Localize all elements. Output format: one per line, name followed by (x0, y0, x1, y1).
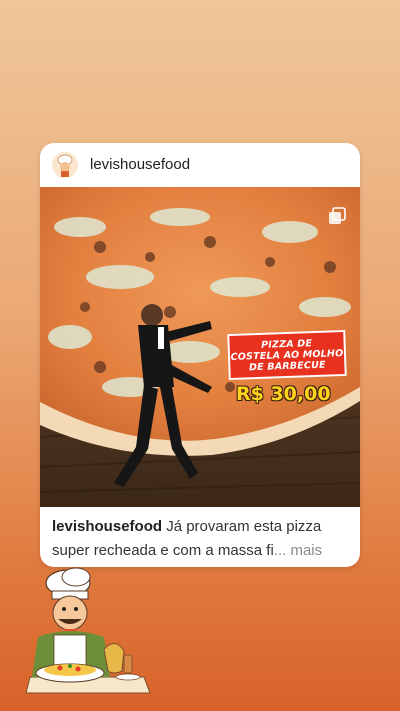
post-username[interactable]: levishousefood (90, 156, 190, 173)
post-header: levishousefood (40, 143, 360, 187)
chef-avatar-icon (52, 152, 78, 178)
profile-avatar[interactable] (52, 152, 78, 178)
caption-username[interactable]: levishousefood (52, 518, 162, 535)
price-label: R$ 30,00 (236, 383, 331, 405)
multiple-images-icon (329, 207, 346, 224)
pizza-name-sign: PIZZA DE COSTELA AO MOLHO DE BARBECUE (227, 329, 347, 381)
pizza-name-text: PIZZA DE COSTELA AO MOLHO DE BARBECUE (230, 337, 344, 373)
more-link[interactable]: ... mais (274, 542, 322, 559)
post-image[interactable]: PIZZA DE COSTELA AO MOLHO DE BARBECUE R$… (40, 187, 360, 507)
post-caption: levishousefood Já provaram esta pizza su… (52, 515, 352, 563)
chef-eating-sticker (25, 567, 151, 694)
post-card[interactable]: levishousefood PIZZA DE COSTELA AO MOLHO… (40, 143, 360, 567)
